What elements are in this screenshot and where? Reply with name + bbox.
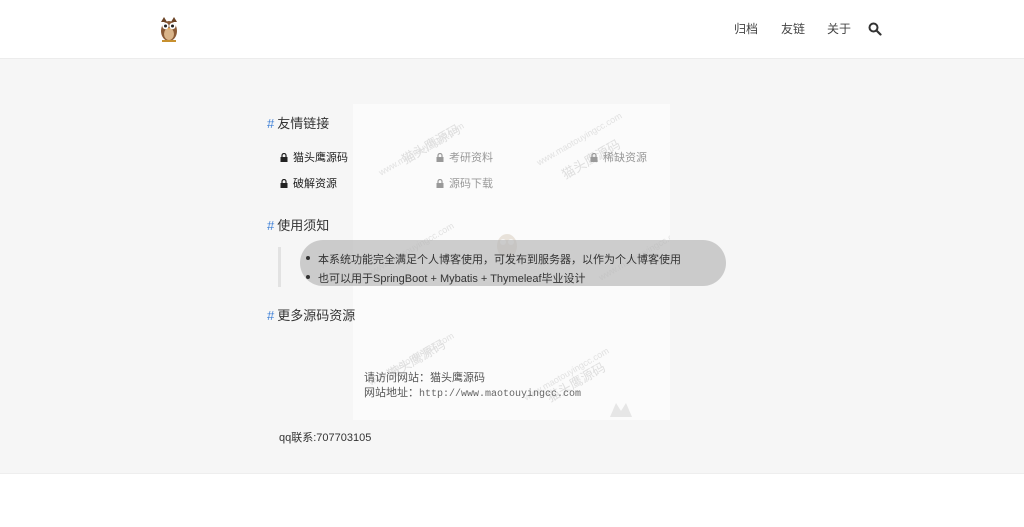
friend-link-maotouying[interactable]: 猫头鹰源码 — [280, 149, 348, 165]
list-bullet — [306, 275, 310, 279]
lock-icon — [436, 179, 444, 188]
search-icon[interactable] — [868, 22, 882, 36]
site-url-line: 网站地址：http://www.maotouyingcc.com — [364, 384, 581, 400]
section-title-text: 使用须知 — [277, 218, 330, 233]
hash-mark: # — [267, 116, 275, 131]
friend-link-pojie[interactable]: 破解资源 — [280, 175, 337, 191]
friend-link-label: 稀缺资源 — [603, 152, 647, 164]
nav-links[interactable]: 友链 — [781, 20, 805, 37]
notice-item: 本系统功能完全满足个人博客使用，可发布到服务器，以作为个人博客使用 — [318, 254, 681, 266]
section-title-notice: # 使用须知 — [267, 215, 329, 234]
nav-archive[interactable]: 归档 — [734, 20, 758, 37]
visit-site-line: 请访问网站：猫头鹰源码 — [364, 369, 485, 385]
hash-mark: # — [267, 218, 275, 233]
site-name: 猫头鹰源码 — [430, 372, 485, 384]
lock-icon — [280, 153, 288, 162]
visit-label: 请访问网站： — [364, 372, 430, 384]
lock-icon — [280, 179, 288, 188]
lock-icon — [436, 153, 444, 162]
site-url[interactable]: http://www.maotouyingcc.com — [419, 389, 581, 400]
friend-link-kaoyan[interactable]: 考研资料 — [436, 149, 493, 165]
friend-link-label: 考研资料 — [449, 152, 493, 164]
friend-link-label: 破解资源 — [293, 178, 337, 190]
section-title-text: 更多源码资源 — [277, 308, 356, 323]
friend-link-xique[interactable]: 稀缺资源 — [590, 149, 647, 165]
owl-logo-icon[interactable] — [158, 16, 180, 42]
section-title-friend-links: # 友情链接 — [267, 113, 329, 132]
friend-link-label: 源码下载 — [449, 178, 493, 190]
notice-item: 也可以用于SpringBoot + Mybatis + Thymeleaf毕业设… — [318, 273, 586, 285]
friend-link-label: 猫头鹰源码 — [293, 152, 348, 164]
blockquote-bar — [278, 247, 281, 287]
watermark-owl-icon — [610, 403, 632, 417]
url-label: 网站地址： — [364, 387, 419, 399]
list-bullet — [306, 256, 310, 260]
friend-link-yuanma[interactable]: 源码下载 — [436, 175, 493, 191]
section-title-text: 友情链接 — [277, 116, 330, 131]
section-title-more: # 更多源码资源 — [267, 305, 355, 324]
nav-about[interactable]: 关于 — [827, 20, 851, 37]
header-bar: 归档 友链 关于 — [0, 0, 1024, 59]
lock-icon — [590, 153, 598, 162]
footer — [0, 473, 1024, 527]
qq-contact: qq联系:707703105 — [279, 432, 372, 444]
hash-mark: # — [267, 308, 275, 323]
